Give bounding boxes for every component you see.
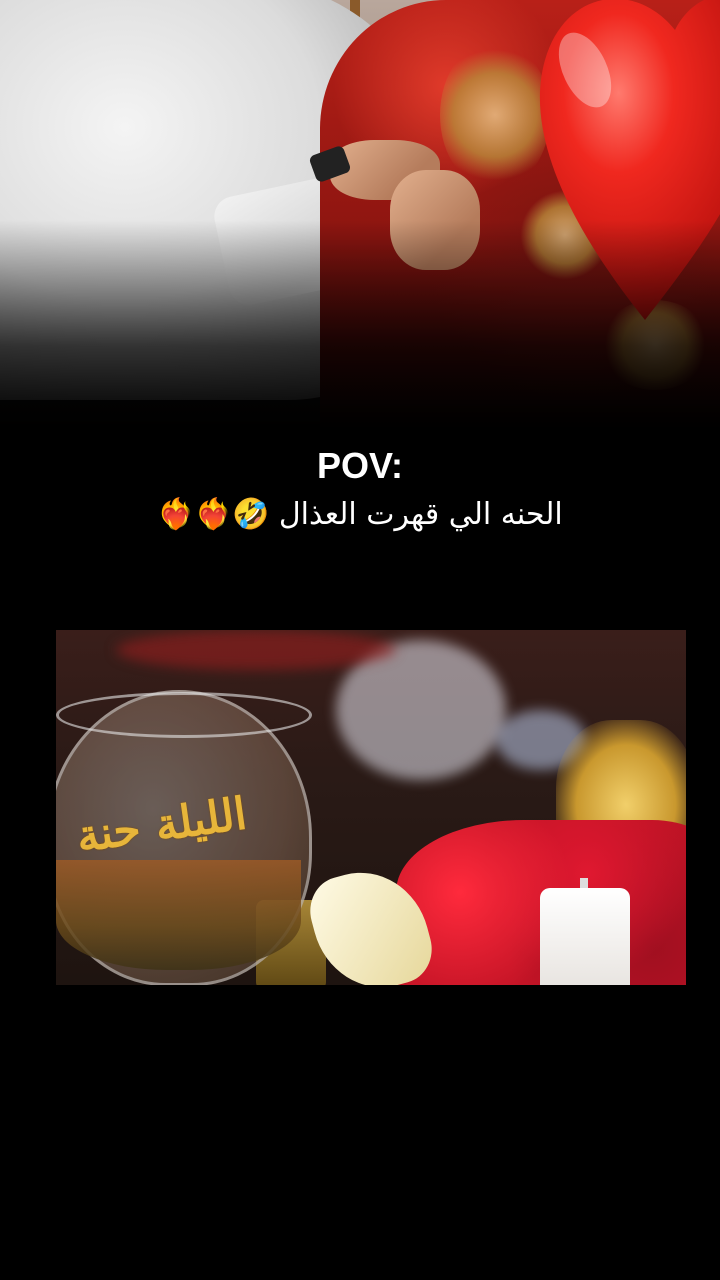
glass-bowl-rim [56,692,312,738]
top-photo [0,0,720,430]
caption-text: الحنه الي قهرت العذال 🤣❤️‍🔥❤️‍🔥 [157,497,563,532]
candle [540,888,630,985]
photo-fade [0,220,720,430]
caption: POV: الحنه الي قهرت العذال 🤣❤️‍🔥❤️‍🔥 [0,440,720,538]
caption-title: POV: [316,445,404,486]
background-red-glow [116,630,396,670]
bottom-photo: الليلة حنة [56,630,686,985]
henna-powder [56,860,301,970]
